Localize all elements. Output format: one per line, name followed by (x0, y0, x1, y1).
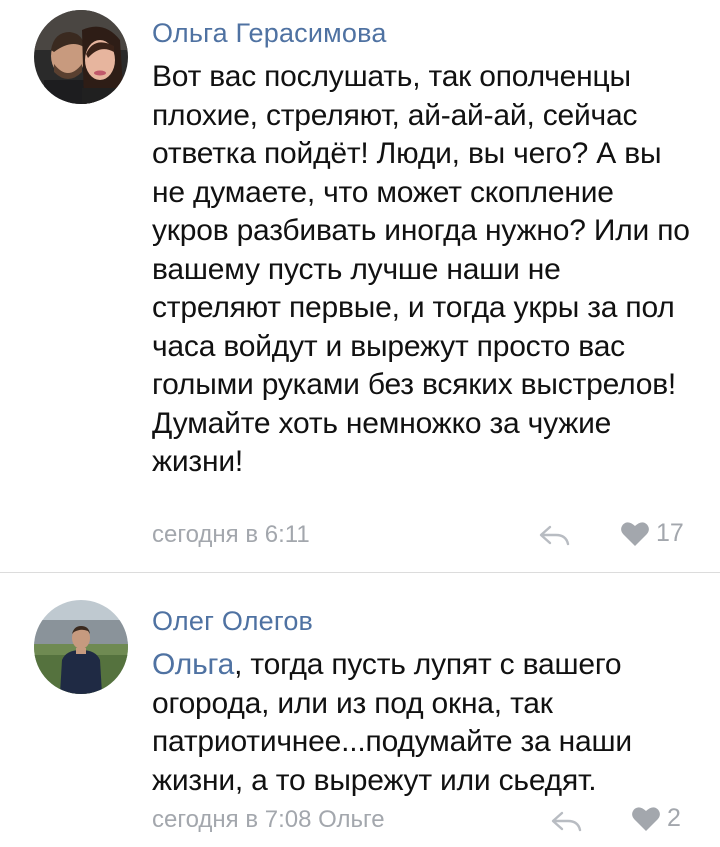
comment-timestamp: сегодня в 6:11 (152, 521, 310, 548)
heart-icon (632, 807, 660, 831)
like-count: 2 (667, 804, 681, 832)
mention-link[interactable]: Ольга (152, 648, 234, 681)
heart-icon (621, 522, 649, 546)
comment-text: Ольга, тогда пусть лупят с вашего огород… (152, 646, 697, 800)
comment-item: Ольга Герасимова Вот вас послушать, так … (0, 0, 720, 572)
reply-icon[interactable] (550, 810, 582, 832)
comment-item: Олег Олегов Ольга, тогда пусть лупят с в… (0, 573, 720, 847)
avatar-couple-photo-icon (34, 10, 128, 104)
like-button[interactable]: 17 (620, 519, 684, 548)
avatar[interactable] (34, 600, 128, 694)
comment-timestamp: сегодня в 7:08 Ольге (152, 806, 385, 833)
comment-text: Вот вас послушать, так ополченцы плохие,… (152, 60, 690, 478)
comment-author[interactable]: Ольга Герасимова (152, 18, 387, 49)
avatar[interactable] (34, 10, 128, 104)
reply-icon[interactable] (538, 524, 570, 546)
like-count: 17 (656, 519, 684, 547)
avatar-man-photo-icon (34, 600, 128, 694)
like-button[interactable]: 2 (631, 804, 681, 833)
comment-author[interactable]: Олег Олегов (152, 606, 313, 637)
